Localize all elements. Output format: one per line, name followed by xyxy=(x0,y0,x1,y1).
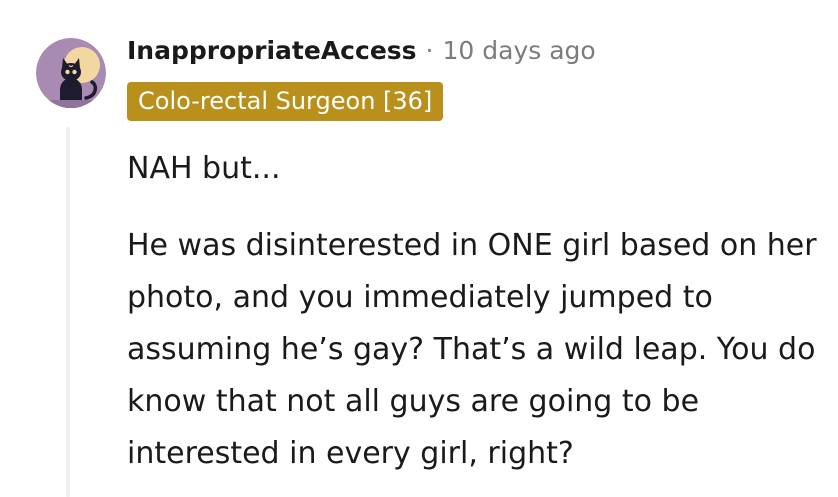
comment-body: NAH but... He was disinterested in ONE g… xyxy=(127,143,832,480)
cat-avatar-icon xyxy=(36,38,106,108)
user-avatar[interactable] xyxy=(36,38,106,108)
timestamp-link[interactable]: 10 days ago xyxy=(443,36,596,65)
thread-collapse-line[interactable] xyxy=(66,127,70,497)
comment-paragraph: He was disinterested in ONE girl based o… xyxy=(127,228,817,471)
meta-separator: · xyxy=(425,35,434,65)
comment-paragraph: NAH but... xyxy=(127,151,281,186)
username-link[interactable]: InappropriateAccess xyxy=(127,36,417,65)
comment-meta: InappropriateAccess · 10 days ago xyxy=(127,32,596,68)
user-flair: Colo-rectal Surgeon [36] xyxy=(127,82,444,121)
comment: InappropriateAccess · 10 days ago Colo-r… xyxy=(0,0,838,497)
